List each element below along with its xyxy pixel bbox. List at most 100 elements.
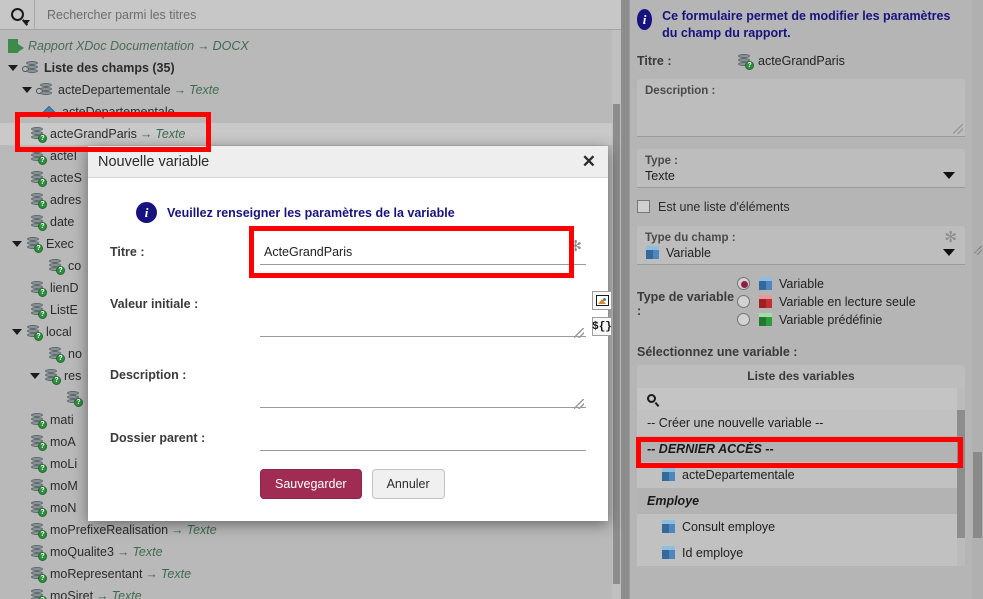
db-field-icon: ? [30,280,47,297]
required-asterisk-icon: ✻ [944,228,957,246]
db-field-icon: ? [30,192,47,209]
db-field-icon: ? [30,478,47,495]
tree-item-label: local [46,325,72,339]
dialog-side-icons: ${} [592,291,618,343]
db-field-icon: ? [30,456,47,473]
tree-item-label: no [68,347,82,361]
db-field-icon: ? [30,302,47,319]
tree-item-moRepresentant[interactable]: ? moRepresentant → Texte [0,563,613,585]
variables-list: Liste des variables -- Créer une nouvell… [637,364,965,566]
tree-arrow: → [145,567,158,581]
panel-description-box[interactable]: Description : [637,78,965,137]
tree-item-moQualite3[interactable]: ? moQualite3 → Texte [0,541,613,563]
close-icon[interactable]: ✕ [580,153,598,170]
radio-variable-readonly[interactable] [737,295,750,309]
panel-var-type-label: Type de variable : [637,289,735,318]
tree-item-label: Exec [46,237,74,251]
varlist-item-create-new[interactable]: -- Créer une nouvelle variable -- [637,410,965,436]
radio-variable-predefined[interactable] [737,313,750,327]
tree-item-acteGrandParis[interactable]: ? acteGrandParis → Texte [0,123,613,145]
variables-list-scrollbar[interactable] [957,387,965,566]
insert-image-icon[interactable] [592,291,612,310]
document-export-icon [8,38,24,54]
select-variable-label: Sélectionnez une variable : [637,344,798,359]
tree-item-type: Texte [132,545,163,559]
dialog-field-titre: Titre : ✻ [110,238,586,265]
search-options-caret-icon[interactable] [24,19,30,24]
radio-variable-label: Variable [779,276,824,291]
dialog-titre-input[interactable] [260,239,586,265]
is-list-checkbox[interactable] [637,200,650,214]
varlist-item-label: acteDepartementale [682,467,795,482]
tree-item-liste-des-champs[interactable]: Liste des champs (35) [0,57,613,79]
dialog-info-banner: i Veuillez renseigner les paramètres de … [136,202,586,223]
chevron-down-icon[interactable] [943,171,955,179]
dialog-field-dossier-parent: Dossier parent : [110,425,586,451]
tree-item-moSiret[interactable]: ? moSiret → Texte [0,585,613,599]
save-button[interactable]: Sauvegarder [260,469,362,499]
dialog-dossier-input[interactable] [260,425,586,451]
tree-item-acteDepartementale-child[interactable]: acteDepartementale [0,101,613,123]
variables-list-body: -- Créer une nouvelle variable -- -- DER… [637,387,965,566]
db-field-icon: ? [30,148,47,165]
radio-option-variable[interactable]: Variable [737,276,965,291]
radio-variable[interactable] [737,277,750,291]
tree-item-moPrefixeRealisation[interactable]: ? moPrefixeRealisation → Texte [0,519,613,541]
tree-item-label: moSiret [50,589,94,599]
panel-scrollbar[interactable] [972,0,983,599]
panel-type-select[interactable]: Type : Texte [637,148,965,188]
expand-twisty-icon[interactable] [30,373,40,379]
db-link-icon [36,82,53,98]
expand-twisty-icon[interactable] [12,329,22,335]
tree-item-label: acteI [50,149,78,163]
panel-splitter[interactable] [621,0,629,599]
tree-item-acteDepartementale-group[interactable]: acteDepartementale → Texte [0,79,613,101]
dialog-valeur-input[interactable] [260,291,586,337]
tree-item-label: date [50,215,75,229]
panel-info-banner: i Ce formulaire permet de modifier les p… [637,8,965,42]
expand-twisty-icon[interactable] [22,87,32,93]
radio-option-predefined[interactable]: Variable prédéfinie [737,312,965,327]
db-field-icon: ? [30,434,47,451]
tree-arrow: → [173,83,187,97]
expand-twisty-icon[interactable] [12,241,22,247]
dialog-title-bar: Nouvelle variable ✕ [88,146,608,178]
resize-grip-icon[interactable] [953,123,963,134]
dialog-button-row: Sauvegarder Annuler [260,469,586,499]
panel-field-type-value: Variable [666,245,711,260]
db-field-icon: ? [48,346,65,363]
cube-blue-icon [645,245,660,260]
expand-twisty-icon[interactable] [8,65,18,71]
tree-item-type: Texte [186,523,217,537]
panel-titre-label: Titre : [637,54,672,69]
radio-option-readonly[interactable]: Variable en lecture seule [737,294,965,309]
tree-item-type: Texte [160,567,192,581]
tree-item-label: acteGrandParis [50,127,137,141]
db-link-icon [22,60,39,76]
panel-scrollbar-thumb[interactable] [973,452,982,538]
chevron-down-icon[interactable] [943,248,955,256]
tree-root-report[interactable]: Rapport XDoc Documentation → DOCX [0,35,613,57]
variables-list-scrollbar-thumb[interactable] [957,409,965,538]
varlist-item-consult-employe[interactable]: Consult employe [637,514,965,540]
cancel-button[interactable]: Annuler [371,469,445,499]
search-input[interactable] [35,0,621,29]
radio-readonly-label: Variable en lecture seule [779,294,916,309]
varlist-item-id-employe[interactable]: Id employe [637,540,965,566]
varlist-item-acteDepartementale[interactable]: acteDepartementale [637,462,965,488]
search-icon[interactable] [647,394,656,404]
scrollbar-grip-icon [974,246,982,255]
insert-variable-icon[interactable]: ${} [592,317,612,336]
tree-item-label: Liste des champs (35) [44,61,175,75]
variables-search-row[interactable] [637,387,965,410]
search-icon[interactable] [0,0,34,30]
radio-predefined-label: Variable prédéfinie [779,312,883,327]
tree-scrollbar-thumb[interactable] [613,104,620,584]
panel-field-type-select[interactable]: Type du champ : Variable ✻ [637,225,965,265]
tree-item-type: Texte [111,589,142,599]
tree-item-label: adres [50,193,82,207]
dialog-description-input[interactable] [260,362,586,408]
db-field-icon: ? [30,566,47,583]
db-field-icon: ? [48,258,65,275]
panel-is-list-row[interactable]: Est une liste d'éléments [637,200,965,214]
